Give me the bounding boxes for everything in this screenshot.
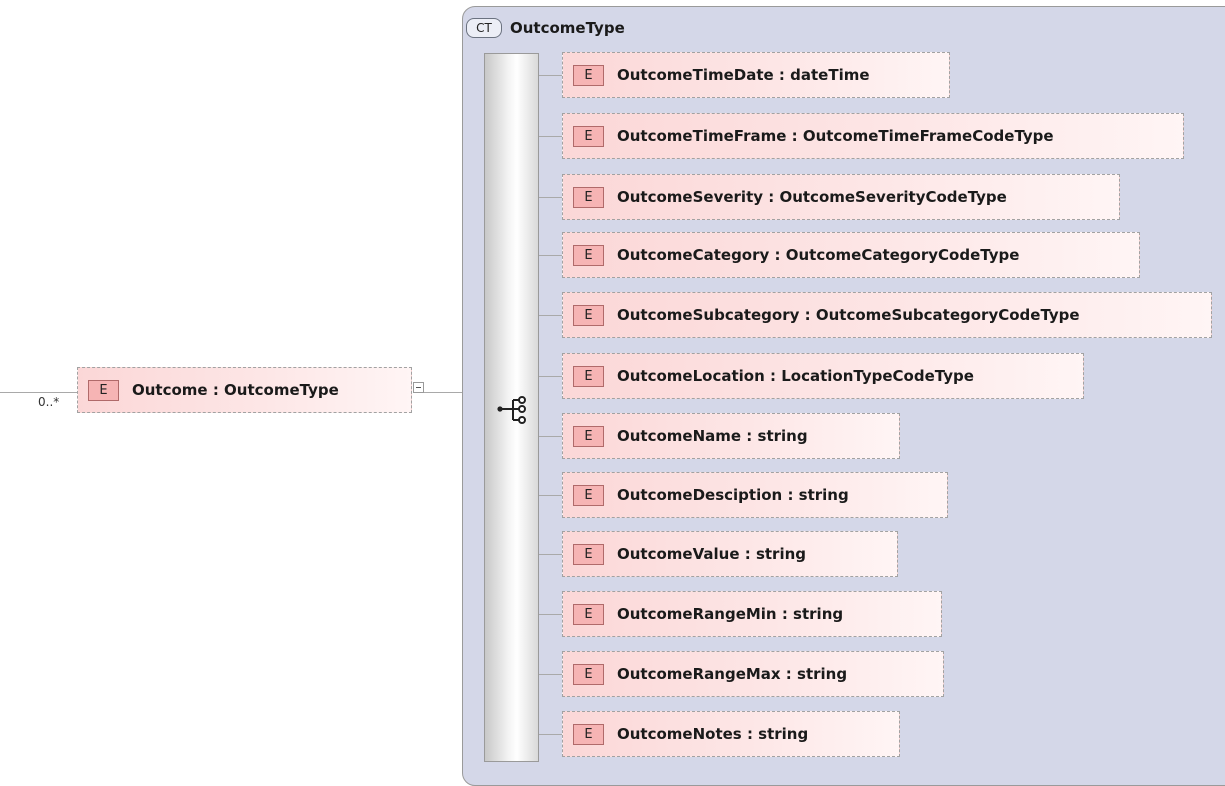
element-badge: E bbox=[573, 543, 604, 565]
element-badge: E bbox=[573, 244, 604, 266]
child-element[interactable]: E OutcomeLocation : LocationTypeCodeType bbox=[562, 353, 1084, 399]
child-connector bbox=[539, 255, 562, 256]
collapse-toggle[interactable] bbox=[413, 382, 424, 393]
child-element-label: OutcomeTimeFrame : OutcomeTimeFrameCodeT… bbox=[617, 127, 1054, 145]
child-element-label: OutcomeNotes : string bbox=[617, 725, 809, 743]
element-badge: E bbox=[573, 723, 604, 745]
child-element-label: OutcomeTimeDate : dateTime bbox=[617, 66, 870, 84]
child-connector bbox=[539, 136, 562, 137]
child-element-label: OutcomeName : string bbox=[617, 427, 808, 445]
child-element[interactable]: E OutcomeNotes : string bbox=[562, 711, 900, 757]
element-badge: E bbox=[573, 304, 604, 326]
child-element-label: OutcomeRangeMin : string bbox=[617, 605, 844, 623]
child-element-label: OutcomeValue : string bbox=[617, 545, 807, 563]
root-element-outcome[interactable]: E Outcome : OutcomeType bbox=[77, 367, 412, 413]
child-connector bbox=[539, 376, 562, 377]
child-connector bbox=[539, 614, 562, 615]
child-connector bbox=[539, 436, 562, 437]
child-element[interactable]: E OutcomeRangeMin : string bbox=[562, 591, 942, 637]
child-element[interactable]: E OutcomeName : string bbox=[562, 413, 900, 459]
child-connector bbox=[539, 75, 562, 76]
child-element[interactable]: E OutcomeTimeFrame : OutcomeTimeFrameCode… bbox=[562, 113, 1184, 159]
child-element-label: OutcomeCategory : OutcomeCategoryCodeTyp… bbox=[617, 246, 1020, 264]
child-element-label: OutcomeSeverity : OutcomeSeverityCodeTyp… bbox=[617, 188, 1007, 206]
root-connector-left bbox=[0, 392, 77, 393]
root-element-label: Outcome : OutcomeType bbox=[132, 381, 339, 399]
multiplicity-label: 0..* bbox=[38, 395, 60, 409]
child-connector bbox=[539, 197, 562, 198]
child-element[interactable]: E OutcomeRangeMax : string bbox=[562, 651, 944, 697]
element-badge: E bbox=[573, 365, 604, 387]
complex-type-name: OutcomeType bbox=[510, 19, 625, 37]
element-badge: E bbox=[88, 379, 119, 401]
child-element[interactable]: E OutcomeValue : string bbox=[562, 531, 898, 577]
child-element-label: OutcomeDesciption : string bbox=[617, 486, 849, 504]
child-element[interactable]: E OutcomeSubcategory : OutcomeSubcategory… bbox=[562, 292, 1212, 338]
child-connector bbox=[539, 315, 562, 316]
child-element[interactable]: E OutcomeCategory : OutcomeCategoryCodeTy… bbox=[562, 232, 1140, 278]
element-badge: E bbox=[573, 603, 604, 625]
sequence-icon bbox=[497, 396, 526, 424]
child-element[interactable]: E OutcomeTimeDate : dateTime bbox=[562, 52, 950, 98]
child-connector bbox=[539, 674, 562, 675]
child-element[interactable]: E OutcomeSeverity : OutcomeSeverityCodeTy… bbox=[562, 174, 1120, 220]
element-badge: E bbox=[573, 484, 604, 506]
child-connector bbox=[539, 734, 562, 735]
child-connector bbox=[539, 554, 562, 555]
element-badge: E bbox=[573, 64, 604, 86]
element-badge: E bbox=[573, 186, 604, 208]
child-element-label: OutcomeSubcategory : OutcomeSubcategoryC… bbox=[617, 306, 1080, 324]
child-element[interactable]: E OutcomeDesciption : string bbox=[562, 472, 948, 518]
child-element-label: OutcomeRangeMax : string bbox=[617, 665, 848, 683]
child-connector bbox=[539, 495, 562, 496]
child-element-label: OutcomeLocation : LocationTypeCodeType bbox=[617, 367, 974, 385]
element-badge: E bbox=[573, 425, 604, 447]
element-badge: E bbox=[573, 125, 604, 147]
complex-type-badge: CT bbox=[466, 18, 502, 38]
element-badge: E bbox=[573, 663, 604, 685]
